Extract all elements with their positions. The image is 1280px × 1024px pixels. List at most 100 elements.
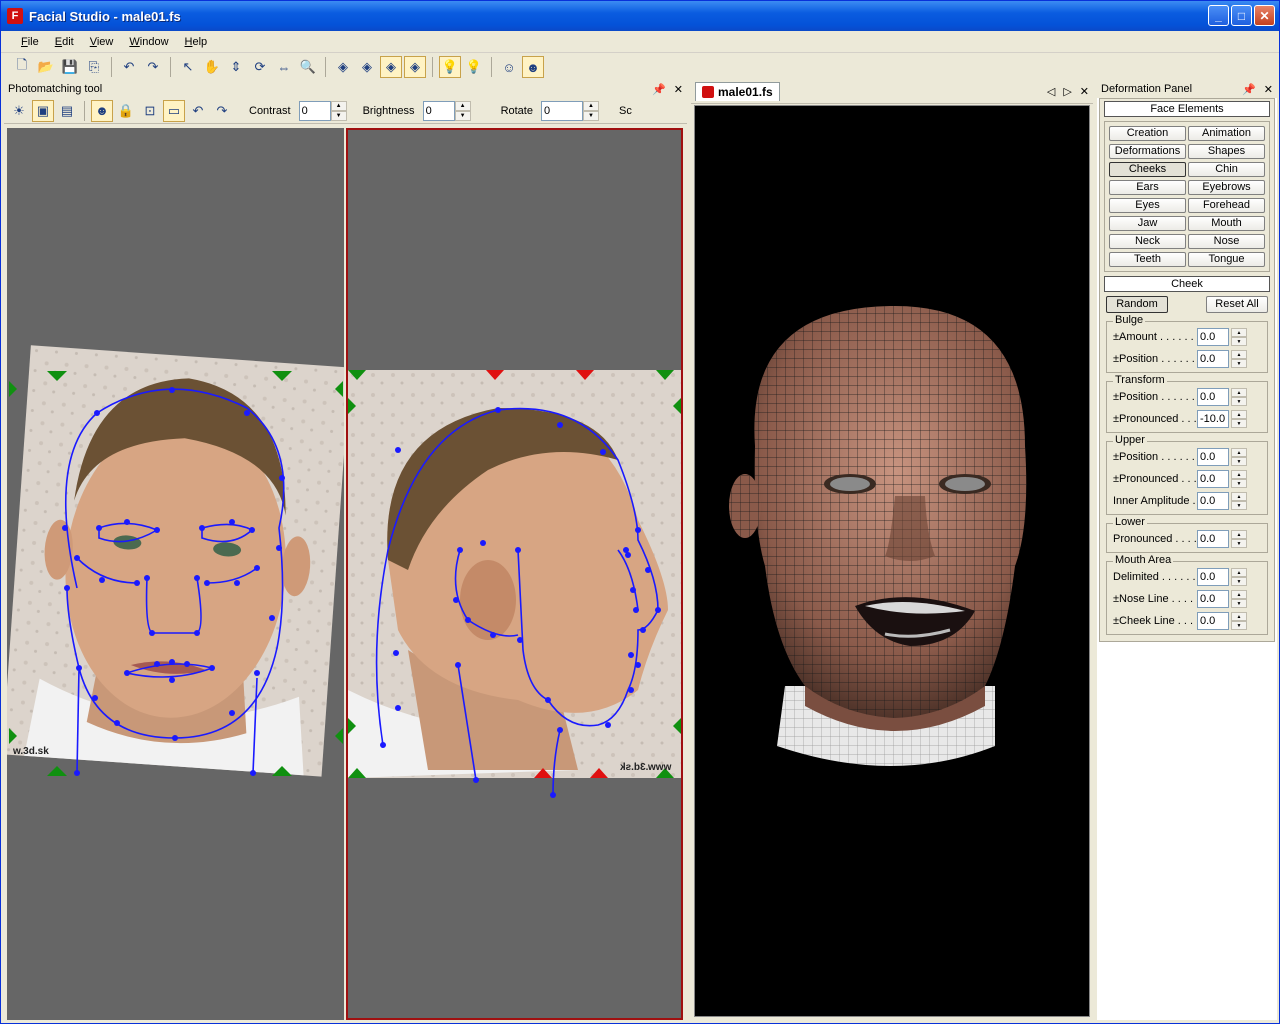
spin-up-icon[interactable]: ▲ [1231,388,1247,397]
spin-down-icon[interactable]: ▼ [1231,359,1247,368]
pin-icon[interactable]: 📌 [652,83,666,96]
close-icon[interactable]: ✕ [674,83,683,96]
contrast-input[interactable]: 0 [298,100,331,121]
spin-up-icon[interactable]: ▲ [454,100,471,111]
spin-down-icon[interactable]: ▼ [1231,457,1247,466]
mouth-delimited-input[interactable]: 0.0 [1197,568,1229,586]
menu-help[interactable]: Help [177,36,216,48]
pin-icon[interactable]: 📌 [1242,83,1256,96]
teeth-button[interactable]: Teeth [1109,252,1186,267]
creation-button[interactable]: Creation [1109,126,1186,141]
redo-icon[interactable]: ↷ [142,56,164,78]
lower-pronounced-input[interactable]: 0.0 [1197,530,1229,548]
spin-down-icon[interactable]: ▼ [1231,419,1247,428]
menu-edit[interactable]: Edit [47,36,82,48]
close-icon[interactable]: ✕ [1080,85,1089,98]
deformations-button[interactable]: Deformations [1109,144,1186,159]
rotate-input[interactable]: 0 [540,100,583,121]
spin-up-icon[interactable]: ▲ [1231,328,1247,337]
random-button[interactable]: Random [1106,296,1168,313]
tab-next-icon[interactable]: ▷ [1063,85,1071,98]
new-file-icon[interactable]: 🗋 [11,56,33,78]
export-icon[interactable]: ⎘ [83,56,105,78]
spin-down-icon[interactable]: ▼ [454,110,471,121]
eyes-button[interactable]: Eyes [1109,198,1186,213]
redo-photo-icon[interactable]: ↷ [211,100,233,122]
tab-male01[interactable]: male01.fs [695,82,780,101]
load-photo-icon[interactable]: ☀ [8,100,30,122]
spin-up-icon[interactable]: ▲ [1231,470,1247,479]
spin-down-icon[interactable]: ▼ [1231,621,1247,630]
menu-file[interactable]: File [13,36,47,48]
spin-down-icon[interactable]: ▼ [1231,397,1247,406]
upper-position-input[interactable]: 0.0 [1197,448,1229,466]
tongue-button[interactable]: Tongue [1188,252,1265,267]
spin-down-icon[interactable]: ▼ [1231,501,1247,510]
mouth-nose-line-input[interactable]: 0.0 [1197,590,1229,608]
minimize-button[interactable]: _ [1208,5,1229,26]
upper-pronounced-input[interactable]: 0.0 [1197,470,1229,488]
view-diamond-4-icon[interactable]: ◈ [404,56,426,78]
light-bulb-2-icon[interactable]: 💡 [463,56,485,78]
side-photo-icon[interactable]: ▤ [56,100,78,122]
spin-up-icon[interactable]: ▲ [1231,612,1247,621]
bulge-amount-input[interactable]: 0.0 [1197,328,1229,346]
view-diamond-3-icon[interactable]: ◈ [380,56,402,78]
spin-up-icon[interactable]: ▲ [582,100,599,111]
title-bar[interactable]: F Facial Studio - male01.fs _ □ ✕ [1,1,1279,31]
pan-hand-icon[interactable]: ✋ [201,56,223,78]
spin-up-icon[interactable]: ▲ [1231,350,1247,359]
head-profile-icon[interactable]: ☺ [498,56,520,78]
cheeks-button[interactable]: Cheeks [1109,162,1186,177]
reset-all-button[interactable]: Reset All [1206,296,1268,313]
front-photo-view[interactable]: w.3d.sk [7,128,344,1020]
undo-icon[interactable]: ↶ [118,56,140,78]
ears-button[interactable]: Ears [1109,180,1186,195]
view-diamond-1-icon[interactable]: ◈ [332,56,354,78]
close-button[interactable]: ✕ [1254,5,1275,26]
view-diamond-2-icon[interactable]: ◈ [356,56,378,78]
zoom-icon[interactable]: 🔍 [297,56,319,78]
tab-prev-icon[interactable]: ◁ [1047,85,1055,98]
forehead-button[interactable]: Forehead [1188,198,1265,213]
nose-button[interactable]: Nose [1188,234,1265,249]
open-folder-icon[interactable]: 📂 [35,56,57,78]
spin-down-icon[interactable]: ▼ [330,110,347,121]
animation-button[interactable]: Animation [1188,126,1265,141]
neck-button[interactable]: Neck [1109,234,1186,249]
side-photo-view[interactable]: www.3d.sk [346,128,683,1020]
spin-up-icon[interactable]: ▲ [1231,590,1247,599]
undo-photo-icon[interactable]: ↶ [187,100,209,122]
head-front-icon[interactable]: ☻ [522,56,544,78]
spin-down-icon[interactable]: ▼ [1231,337,1247,346]
eyebrows-button[interactable]: Eyebrows [1188,180,1265,195]
dolly-icon[interactable]: ⇔ [273,56,295,78]
rotate-spinner[interactable]: 0 ▲ ▼ [540,100,599,121]
spin-up-icon[interactable]: ▲ [1231,530,1247,539]
spin-up-icon[interactable]: ▲ [1231,568,1247,577]
mouth-button[interactable]: Mouth [1188,216,1265,231]
lock-icon[interactable]: 🔒 [115,100,137,122]
spin-up-icon[interactable]: ▲ [330,100,347,111]
transform-position-input[interactable]: 0.0 [1197,388,1229,406]
upper-inner-amplitude-input[interactable]: 0.0 [1197,492,1229,510]
spin-down-icon[interactable]: ▼ [582,110,599,121]
close-icon[interactable]: ✕ [1264,83,1273,96]
spin-up-icon[interactable]: ▲ [1231,492,1247,501]
move-vertical-icon[interactable]: ⇕ [225,56,247,78]
front-photo-icon[interactable]: ▣ [32,99,54,122]
transform-pronounced-input[interactable]: -10.0 [1197,410,1229,428]
light-bulb-1-icon[interactable]: 💡 [439,56,461,78]
rotate-icon[interactable]: ⟳ [249,56,271,78]
shapes-button[interactable]: Shapes [1188,144,1265,159]
3d-viewport[interactable] [694,105,1090,1017]
spin-down-icon[interactable]: ▼ [1231,599,1247,608]
save-icon[interactable]: 💾 [59,56,81,78]
menu-view[interactable]: View [82,36,122,48]
jaw-button[interactable]: Jaw [1109,216,1186,231]
brightness-input[interactable]: 0 [422,100,455,121]
spin-down-icon[interactable]: ▼ [1231,577,1247,586]
mouth-cheek-line-input[interactable]: 0.0 [1197,612,1229,630]
monitor-icon[interactable]: ▭ [163,99,185,122]
chin-button[interactable]: Chin [1188,162,1265,177]
